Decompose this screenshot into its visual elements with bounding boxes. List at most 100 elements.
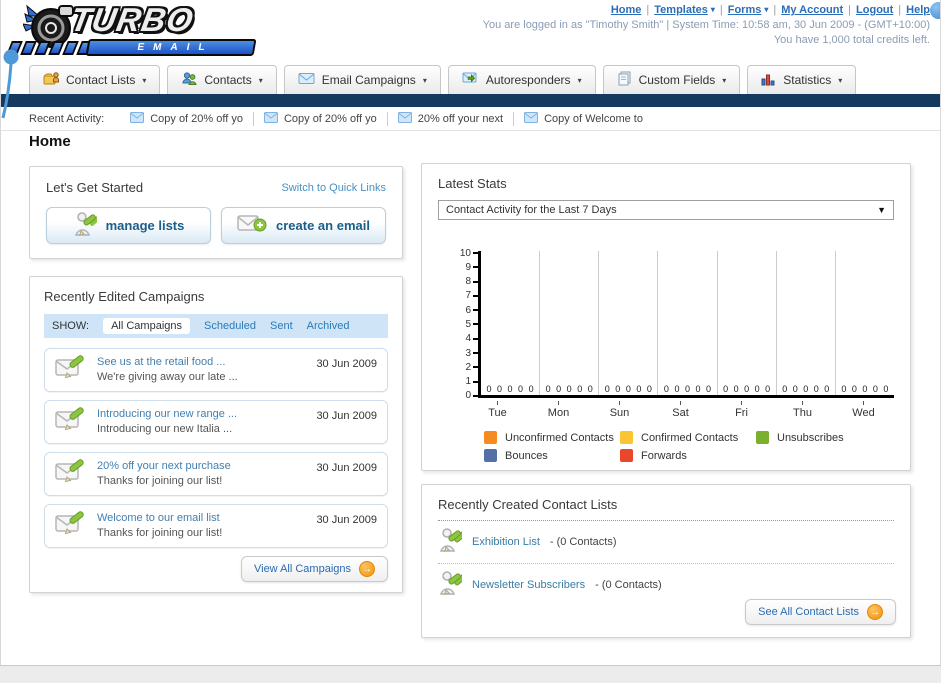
- recent-activity-item[interactable]: Copy of 20% off yo: [254, 111, 388, 126]
- button-label: create an email: [276, 218, 370, 233]
- person-pencil-icon: [438, 527, 468, 557]
- legend-swatch: [484, 431, 497, 444]
- nav-link-help[interactable]: Help: [906, 4, 930, 16]
- nav-link-home[interactable]: Home: [611, 4, 642, 16]
- contact-list-name-link[interactable]: Exhibition List: [472, 536, 540, 548]
- nav-link-logout[interactable]: Logout: [856, 4, 893, 16]
- filter-all-campaigns[interactable]: All Campaigns: [103, 318, 190, 334]
- campaign-title-link[interactable]: Welcome to our email list: [97, 511, 222, 526]
- recent-activity-item[interactable]: 20% off your next: [388, 111, 515, 126]
- chart-value: 0: [803, 384, 809, 394]
- campaign-title-link[interactable]: Introducing our new range ...: [97, 407, 237, 422]
- x-tick-mark: [863, 401, 864, 405]
- person-pencil-icon: [73, 211, 102, 241]
- get-started-title: Let's Get Started: [46, 180, 144, 195]
- legend-swatch: [620, 431, 633, 444]
- campaign-date: 30 Jun 2009: [316, 410, 377, 422]
- chart-x-axis: Tue Mon Sun Sat Fri Thu Wed: [467, 401, 894, 419]
- corner-dot-decoration: [930, 2, 940, 19]
- see-all-contact-lists-button[interactable]: See All Contact Lists →: [745, 599, 896, 625]
- chart-value: 0: [518, 384, 524, 394]
- contacts-icon: [181, 71, 198, 89]
- chart-value: 0: [813, 384, 819, 394]
- envelope-pencil-icon: [55, 458, 87, 490]
- legend-item-forwards: Forwards: [620, 449, 756, 462]
- y-tick-label: 8: [452, 276, 478, 287]
- view-all-campaigns-button[interactable]: View All Campaigns →: [240, 556, 388, 582]
- recent-activity-item-label: Copy of 20% off yo: [283, 112, 377, 125]
- campaign-card[interactable]: 20% off your next purchase Thanks for joi…: [44, 452, 388, 496]
- chart-value: 0: [663, 384, 669, 394]
- tab-autoresponders[interactable]: Autoresponders ▾: [447, 65, 596, 94]
- x-tick-mark: [558, 401, 559, 405]
- legend-swatch: [620, 449, 633, 462]
- tab-label: Contacts: [204, 73, 252, 87]
- chart-day-group: 00000: [540, 251, 600, 395]
- contact-list-item[interactable]: Exhibition List - (0 Contacts): [438, 521, 894, 564]
- switch-quick-links-link[interactable]: Switch to Quick Links: [281, 182, 386, 194]
- top-nav: Home | Templates ▾ | Forms ▾ | My Account | Logout…: [483, 4, 930, 16]
- campaign-card[interactable]: See us at the retail food ... We're givin…: [44, 348, 388, 392]
- email-campaigns-icon: [298, 72, 315, 88]
- manage-lists-button[interactable]: manage lists: [46, 207, 211, 244]
- see-all-contact-lists-label: See All Contact Lists: [758, 606, 859, 618]
- tab-email-campaigns[interactable]: Email Campaigns ▾: [283, 65, 441, 94]
- nav-separator: |: [898, 4, 902, 16]
- autoresponders-icon: [462, 72, 479, 89]
- recent-activity-item-label: Copy of 20% off yo: [150, 112, 243, 125]
- campaign-title-link[interactable]: 20% off your next purchase: [97, 459, 231, 474]
- stats-dropdown-value: Contact Activity for the Last 7 Days: [446, 204, 617, 216]
- chart-value: 0: [497, 384, 503, 394]
- turbo-email-logo: TURBO EMAIL: [6, 1, 272, 61]
- contact-list-name-link[interactable]: Newsletter Subscribers: [472, 579, 585, 591]
- chart-value: 0: [577, 384, 583, 394]
- campaign-title-link[interactable]: See us at the retail food ...: [97, 355, 238, 370]
- chart-value: 0: [556, 384, 562, 394]
- envelope-icon: [397, 111, 412, 126]
- contact-list-detail: - (0 Contacts): [595, 579, 662, 591]
- x-axis-cell: Mon: [528, 401, 589, 419]
- chevron-down-icon: ▾: [710, 5, 715, 14]
- x-axis-label: Wed: [852, 407, 875, 419]
- view-all-campaigns-label: View All Campaigns: [253, 563, 351, 575]
- nav-link-templates[interactable]: Templates ▾: [654, 4, 715, 16]
- latest-stats-title: Latest Stats: [438, 176, 507, 191]
- contact-activity-chart: 10 9 8 7 6 5 4 3 2 1 0 000000000000000000000000000…: [438, 248, 894, 401]
- nav-link-forms[interactable]: Forms ▾: [728, 4, 769, 16]
- chart-value: 0: [674, 384, 680, 394]
- recent-activity-item-label: Copy of Welcome to: [544, 112, 643, 125]
- recent-activity-item[interactable]: Copy of 20% off yo: [120, 111, 254, 126]
- chart-value-labels: 00000: [540, 384, 598, 394]
- y-tick-value: 4: [465, 333, 471, 345]
- legend-swatch: [756, 431, 769, 444]
- chart-day-group: 00000: [481, 251, 541, 395]
- tab-custom-fields[interactable]: Custom Fields ▾: [602, 65, 741, 94]
- y-tick-value: 7: [465, 290, 471, 302]
- x-tick-mark: [619, 401, 620, 405]
- campaign-text: 20% off your next purchase Thanks for joi…: [97, 459, 231, 489]
- chart-value: 0: [604, 384, 610, 394]
- chart-value: 0: [782, 384, 788, 394]
- campaign-card[interactable]: Welcome to our email list Thanks for join…: [44, 504, 388, 548]
- contact-list-items: Exhibition List - (0 Contacts) Newsletter…: [438, 521, 894, 606]
- chart-value-labels: 00000: [658, 384, 716, 394]
- filter-scheduled[interactable]: Scheduled: [204, 320, 256, 332]
- campaign-card[interactable]: Introducing our new range ... Introducing…: [44, 400, 388, 444]
- x-tick-mark: [497, 401, 498, 405]
- tab-label: Email Campaigns: [321, 73, 416, 87]
- tab-statistics[interactable]: Statistics ▾: [747, 65, 857, 94]
- filter-archived[interactable]: Archived: [307, 320, 350, 332]
- tab-contact-lists[interactable]: Contact Lists ▾: [29, 65, 161, 94]
- stats-period-dropdown[interactable]: Contact Activity for the Last 7 Days ▼: [438, 200, 894, 220]
- create-an-email-button[interactable]: create an email: [221, 207, 386, 244]
- chart-value: 0: [765, 384, 771, 394]
- chart-day-group: 00000: [599, 251, 659, 395]
- nav-link-my-account[interactable]: My Account: [781, 4, 843, 16]
- legend-item-unsubscribes: Unsubscribes: [756, 431, 892, 444]
- arrow-right-icon: →: [359, 561, 375, 577]
- recent-activity-item[interactable]: Copy of Welcome to: [514, 111, 653, 126]
- tab-contacts[interactable]: Contacts ▾: [167, 65, 277, 94]
- x-axis-label: Thu: [793, 407, 812, 419]
- filter-sent[interactable]: Sent: [270, 320, 293, 332]
- chart-value: 0: [723, 384, 729, 394]
